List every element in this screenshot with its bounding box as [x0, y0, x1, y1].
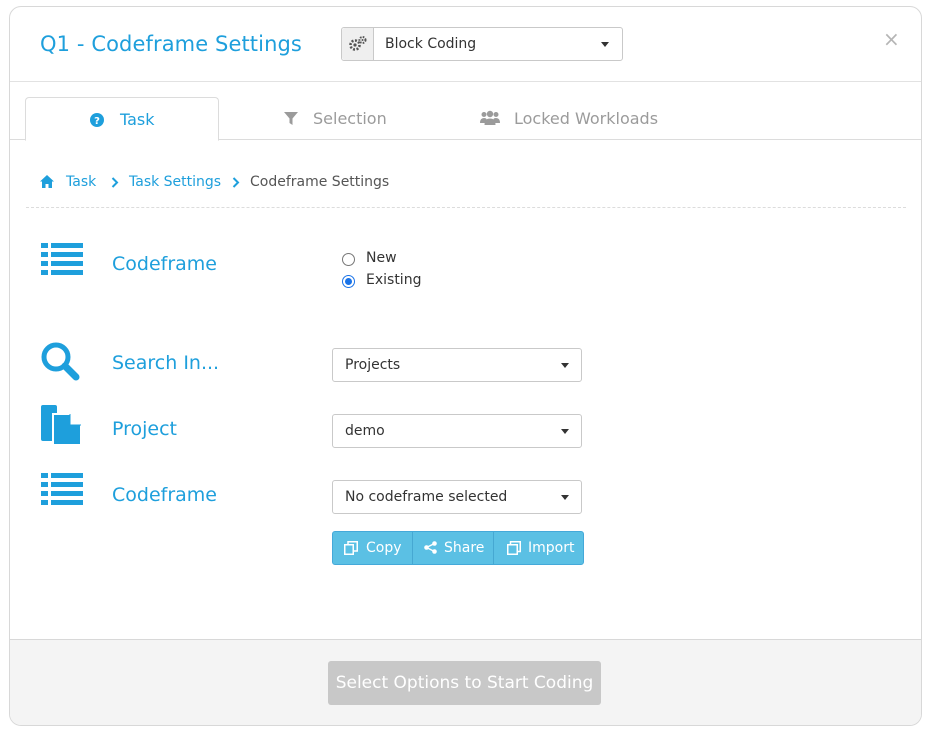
import-icon: [507, 541, 521, 559]
radio-existing-option[interactable]: Existing: [342, 272, 462, 292]
breadcrumb-divider: [26, 207, 906, 208]
radio-existing-label: Existing: [366, 272, 422, 288]
radio-existing[interactable]: [342, 275, 355, 288]
users-icon: [480, 110, 500, 130]
codeframe-settings-dialog: Q1 - Codeframe Settings Block Coding × ?…: [9, 6, 922, 726]
tab-locked-workloads[interactable]: Locked Workloads: [480, 97, 670, 139]
copy-label: Copy: [366, 540, 402, 556]
coding-mode-select[interactable]: Block Coding: [341, 27, 623, 61]
import-label: Import: [528, 540, 575, 556]
chevron-right-icon: [111, 176, 119, 192]
close-button[interactable]: ×: [883, 27, 900, 51]
search-in-label: Search In...: [112, 352, 220, 374]
project-files-icon: [41, 405, 83, 449]
import-button[interactable]: Import: [493, 532, 583, 564]
radio-new[interactable]: [342, 253, 355, 266]
search-icon: [40, 341, 80, 385]
question-circle-icon: ?: [90, 112, 104, 131]
codeframe-label: Codeframe: [112, 484, 217, 506]
breadcrumb-task-settings[interactable]: Task Settings: [129, 174, 221, 190]
tab-selection-label: Selection: [313, 109, 387, 128]
share-icon: [424, 541, 437, 558]
codeframe-actions: Copy Share Import: [332, 531, 584, 565]
tab-selection[interactable]: Selection: [282, 97, 402, 139]
dialog-header: Q1 - Codeframe Settings Block Coding ×: [10, 7, 921, 82]
tab-bar: ? Task Selection Locked Workloads: [10, 81, 921, 141]
codeframe-value: No codeframe selected: [345, 489, 508, 505]
dialog-title: Q1 - Codeframe Settings: [40, 32, 302, 56]
chevron-down-icon: [561, 363, 569, 368]
chevron-down-icon: [561, 429, 569, 434]
coding-mode-value: Block Coding: [385, 36, 477, 52]
share-button[interactable]: Share: [412, 532, 494, 564]
filter-icon: [284, 111, 298, 130]
dialog-footer: Select Options to Start Coding: [10, 639, 921, 725]
project-label: Project: [112, 418, 178, 440]
share-label: Share: [444, 540, 485, 556]
breadcrumb-task[interactable]: Task: [66, 174, 96, 190]
chevron-down-icon: [601, 42, 609, 47]
copy-icon: [344, 541, 358, 559]
codeframe-select[interactable]: No codeframe selected: [332, 480, 582, 514]
chevron-down-icon: [561, 495, 569, 500]
svg-text:?: ?: [94, 116, 100, 127]
chevron-right-icon: [232, 176, 240, 192]
radio-new-label: New: [366, 250, 397, 266]
breadcrumb-current: Codeframe Settings: [250, 174, 390, 190]
tab-locked-workloads-label: Locked Workloads: [514, 109, 659, 128]
tab-task-label: Task: [120, 110, 155, 129]
search-in-select[interactable]: Projects: [332, 348, 582, 382]
start-coding-button[interactable]: Select Options to Start Coding: [328, 661, 601, 705]
project-select[interactable]: demo: [332, 414, 582, 448]
codeframe-mode-label: Codeframe: [112, 253, 217, 275]
search-in-value: Projects: [345, 357, 401, 373]
list-icon: [41, 243, 83, 279]
copy-button[interactable]: Copy: [333, 532, 412, 564]
list-icon: [41, 473, 83, 509]
home-icon[interactable]: [40, 175, 54, 192]
project-value: demo: [345, 423, 385, 439]
tab-task[interactable]: ? Task: [25, 97, 219, 141]
gears-icon: [342, 28, 374, 60]
radio-new-option[interactable]: New: [342, 250, 462, 270]
